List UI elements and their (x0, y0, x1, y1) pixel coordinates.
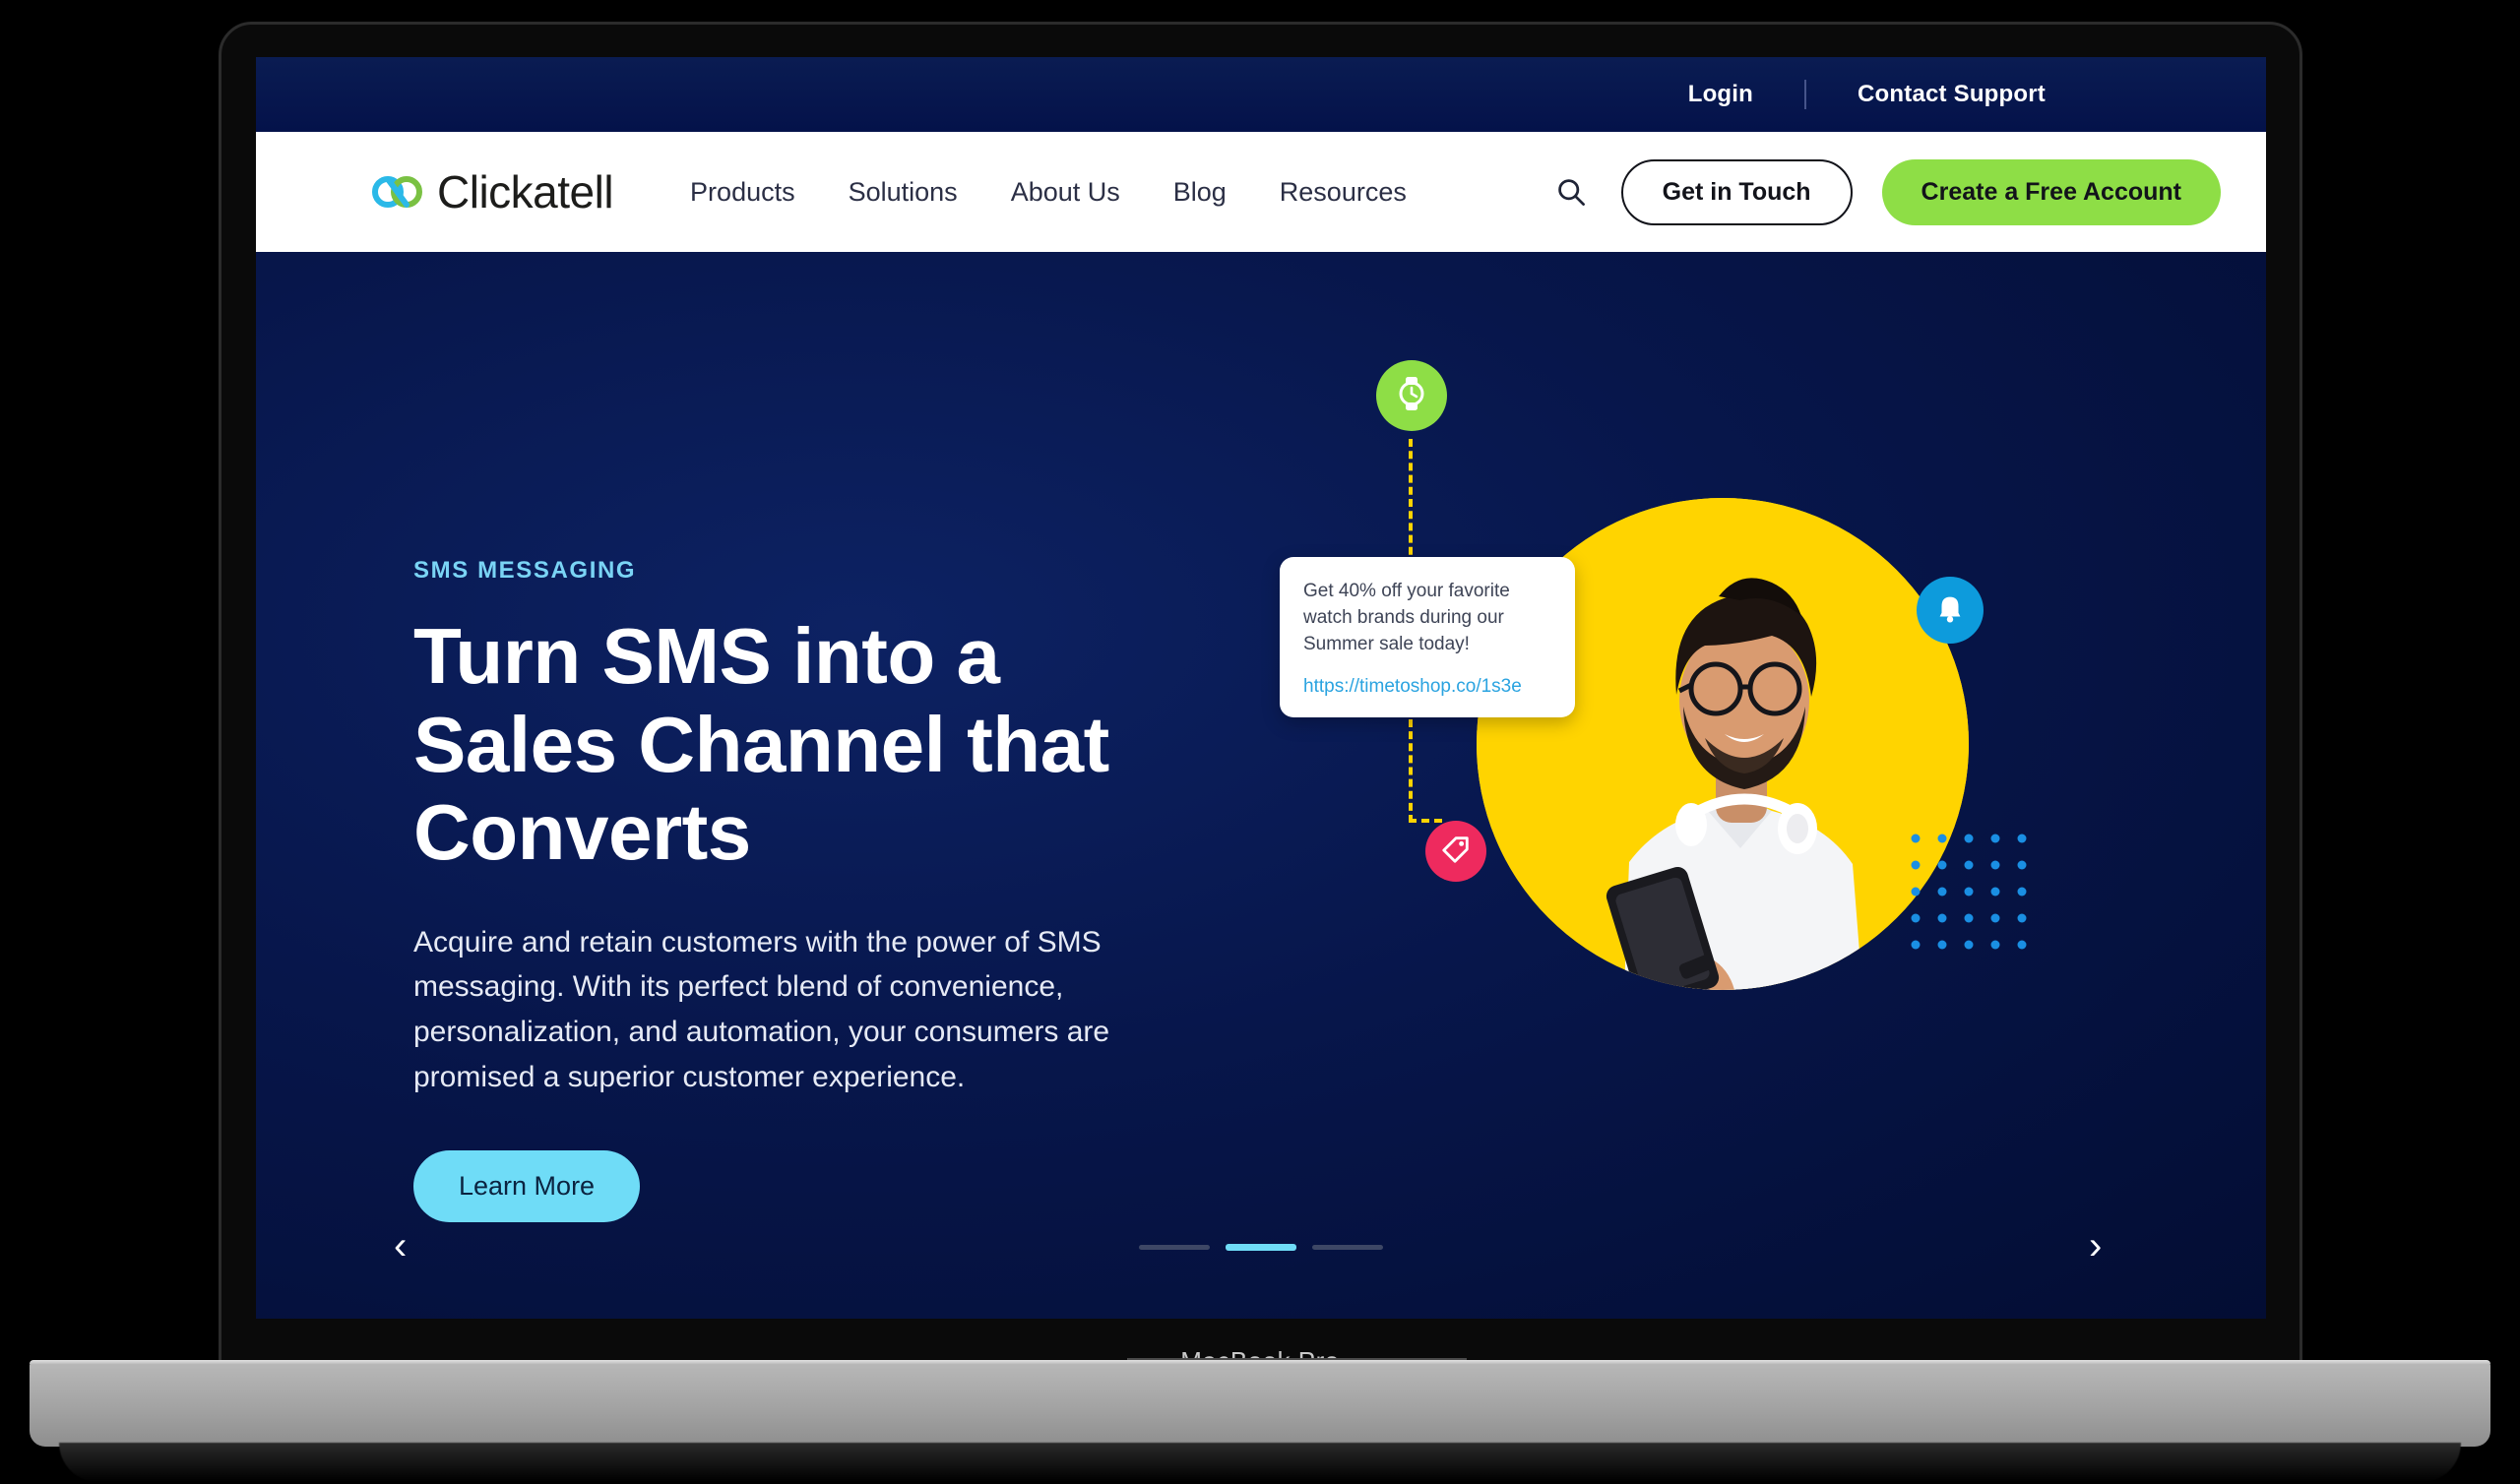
nav-actions: Get in Touch Create a Free Account (1550, 158, 2221, 225)
search-icon[interactable] (1550, 171, 1592, 213)
carousel-indicator-1[interactable] (1139, 1245, 1210, 1250)
sms-message-text: Get 40% off your favorite watch brands d… (1303, 581, 1510, 654)
headline-line-1: Turn SMS into a (413, 612, 1000, 700)
clickatell-logo-icon (372, 173, 423, 211)
create-free-account-button[interactable]: Create a Free Account (1881, 158, 2221, 225)
laptop-base (30, 1360, 2490, 1447)
laptop-foot-shadow (59, 1443, 2461, 1482)
sms-message-link[interactable]: https://timetoshop.co/1s3e (1303, 676, 1522, 697)
logo-wordmark: Clickatell (437, 166, 614, 217)
dashed-connector-elbow (1409, 819, 1442, 826)
learn-more-button[interactable]: Learn More (413, 1150, 641, 1223)
clickatell-logo[interactable]: Clickatell (372, 166, 614, 217)
nav-item-solutions[interactable]: Solutions (849, 177, 958, 208)
carousel-indicator-3[interactable] (1312, 1245, 1383, 1250)
get-in-touch-button[interactable]: Get in Touch (1620, 158, 1853, 225)
nav-links: Products Solutions About Us Blog Resourc… (690, 177, 1407, 208)
dot-grid-decoration (1910, 833, 2028, 956)
utility-bar: Login Contact Support (256, 57, 2266, 132)
hero-copy: SMS MESSAGING Turn SMS into a Sales Chan… (413, 557, 1230, 1223)
headline-line-2: Sales Channel that (413, 700, 1109, 788)
hero-eyebrow: SMS MESSAGING (413, 557, 637, 584)
nav-item-blog[interactable]: Blog (1173, 177, 1227, 208)
promo-tag-badge[interactable] (1425, 821, 1486, 882)
hero-subcopy: Acquire and retain customers with the po… (413, 925, 1110, 1093)
watch-icon (1392, 374, 1431, 418)
carousel-indicators (256, 1244, 2266, 1251)
watch-badge[interactable] (1376, 360, 1447, 431)
headline-line-3: Converts (413, 788, 751, 877)
nav-item-resources[interactable]: Resources (1280, 177, 1407, 208)
login-link[interactable]: Login (1688, 81, 1753, 108)
contact-support-link[interactable]: Contact Support (1858, 81, 2046, 108)
sms-message-bubble: Get 40% off your favorite watch brands d… (1280, 557, 1575, 717)
dashed-connector-bottom (1409, 719, 1416, 823)
tag-icon (1440, 834, 1472, 870)
nav-item-products[interactable]: Products (690, 177, 795, 208)
bell-icon (1933, 591, 1967, 630)
notification-badge[interactable] (1917, 577, 1984, 644)
hero-illustration: Get 40% off your favorite watch brands d… (1280, 321, 2166, 1128)
nav-item-about-us[interactable]: About Us (1011, 177, 1120, 208)
utility-divider (1804, 80, 1807, 109)
carousel-indicator-2[interactable] (1226, 1244, 1296, 1251)
hero-section: SMS MESSAGING Turn SMS into a Sales Chan… (256, 252, 2266, 1319)
screenshot-canvas: Login Contact Support Clickatell Product… (0, 0, 2520, 1484)
browser-viewport: Login Contact Support Clickatell Product… (256, 57, 2266, 1319)
main-navigation: Clickatell Products Solutions About Us B… (256, 132, 2266, 252)
hero-headline: Turn SMS into a Sales Channel that Conve… (413, 612, 1230, 877)
dashed-connector-top (1409, 439, 1416, 567)
